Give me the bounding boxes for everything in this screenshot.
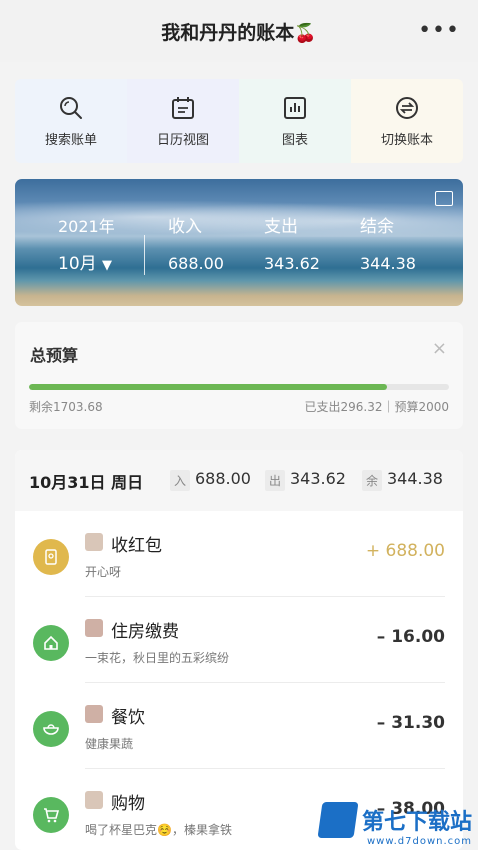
day-transactions-card: 10月31日 周日 入 688.00 出 343.62 余 344.38 收红包… <box>15 450 463 850</box>
book-title: 我和丹丹的账本🍒 <box>161 21 317 44</box>
close-icon[interactable]: × <box>432 338 447 359</box>
chart-button[interactable]: 图表 <box>239 79 351 163</box>
summary-divider <box>144 235 145 275</box>
budget-title: 总预算 <box>30 346 79 365</box>
day-income: 688.00 <box>195 469 251 488</box>
site-watermark: 第七下载站 www.d7down.com <box>317 802 472 847</box>
transaction-name: 购物 <box>111 794 145 814</box>
transaction-note: 一束花，秋日里的五彩缤纷 <box>85 651 230 665</box>
day-date: 10月31日 周日 <box>29 472 144 492</box>
more-menu-button[interactable]: ••• <box>418 18 460 43</box>
switch-book-label: 切换账本 <box>380 132 433 148</box>
avatar <box>85 533 103 551</box>
year-label: 2021年 <box>58 217 115 236</box>
transaction-note: 健康果蔬 <box>85 737 134 751</box>
watermark-logo-icon <box>317 802 359 838</box>
day-expense: 343.62 <box>290 469 346 488</box>
search-bill-label: 搜索账单 <box>44 132 97 148</box>
watermark-url: www.d7down.com <box>366 836 472 847</box>
house-icon <box>33 625 69 661</box>
transaction-amount: – 16.00 <box>376 627 445 647</box>
budget-progress-track <box>29 384 449 390</box>
top-bar: 我和丹丹的账本🍒 ••• <box>0 0 478 62</box>
caret-down-icon: ▼ <box>102 258 113 273</box>
income-label: 收入 <box>168 217 202 237</box>
transaction-row[interactable]: 住房缴费 一束花，秋日里的五彩缤纷 – 16.00 <box>15 597 463 683</box>
budget-card[interactable]: 总预算 × 剩余1703.68 已支出296.32｜预算2000 <box>15 322 463 429</box>
cherry-emoji: 🍒 <box>294 22 317 44</box>
bowl-icon <box>33 711 69 747</box>
balance-value: 344.38 <box>360 254 416 273</box>
switch-icon <box>396 96 418 119</box>
avatar <box>85 619 103 637</box>
image-icon[interactable] <box>435 191 453 206</box>
search-icon <box>60 96 82 119</box>
transaction-name: 餐饮 <box>111 708 145 728</box>
out-tag: 出 <box>265 470 286 491</box>
day-balance: 344.38 <box>387 469 443 488</box>
chart-icon <box>284 96 306 119</box>
switch-book-button[interactable]: 切换账本 <box>351 79 463 163</box>
avatar <box>85 705 103 723</box>
cart-icon <box>33 797 69 833</box>
budget-remaining: 剩余1703.68 <box>29 400 103 414</box>
watermark-title: 第七下载站 <box>361 810 472 835</box>
red-packet-icon <box>33 539 69 575</box>
transaction-name: 收红包 <box>111 536 162 556</box>
calendar-view-button[interactable]: 日历视图 <box>127 79 239 163</box>
balance-label: 结余 <box>360 217 394 237</box>
budget-spent-info: 已支出296.32｜预算2000 <box>304 400 449 414</box>
transaction-amount: + 688.00 <box>365 541 445 561</box>
avatar <box>85 791 103 809</box>
balance-tag: 余 <box>362 470 383 491</box>
chart-label: 图表 <box>281 132 308 148</box>
day-header: 10月31日 周日 入 688.00 出 343.62 余 344.38 <box>15 450 463 511</box>
transaction-note: 喝了杯星巴克☺️，榛果拿铁 <box>85 823 232 837</box>
expense-label: 支出 <box>264 217 298 237</box>
income-value: 688.00 <box>168 254 224 273</box>
calendar-view-label: 日历视图 <box>156 132 209 148</box>
month-label: 10月 <box>58 254 97 274</box>
expense-value: 343.62 <box>264 254 320 273</box>
budget-progress-fill <box>29 384 387 390</box>
search-bill-button[interactable]: 搜索账单 <box>15 79 127 163</box>
calendar-icon <box>172 96 194 119</box>
transaction-amount: – 31.30 <box>376 713 445 733</box>
transaction-row[interactable]: 餐饮 健康果蔬 – 31.30 <box>15 683 463 769</box>
quick-actions: 搜索账单 日历视图 图表 切换账本 <box>15 79 463 163</box>
transaction-note: 开心呀 <box>85 565 122 579</box>
transaction-name: 住房缴费 <box>111 622 179 642</box>
monthly-summary-banner: 2021年 10月 ▼ 收入 支出 结余 688.00 343.62 344.3… <box>15 179 463 306</box>
in-tag: 入 <box>170 470 191 491</box>
transaction-row[interactable]: 收红包 开心呀 + 688.00 <box>15 511 463 597</box>
month-selector[interactable]: 10月 ▼ <box>58 249 112 274</box>
